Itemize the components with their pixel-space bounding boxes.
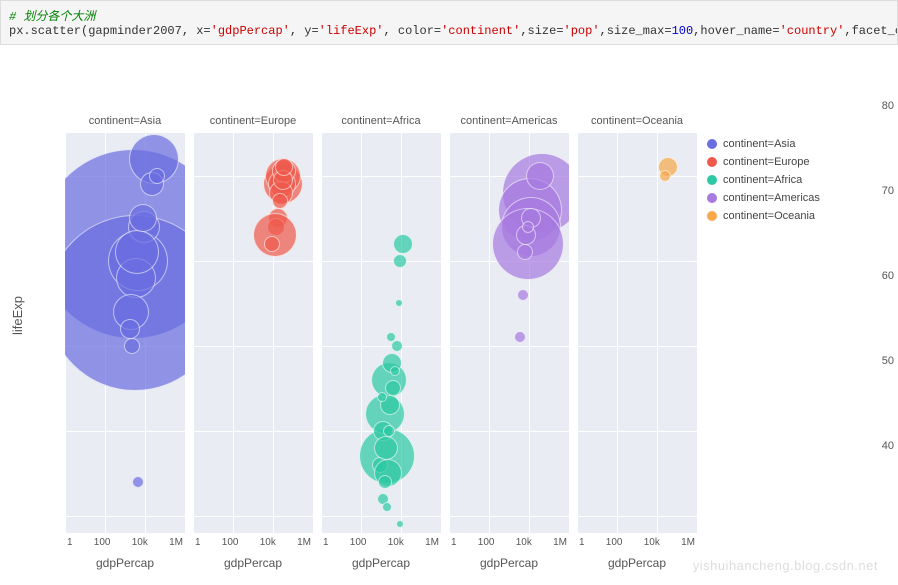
data-point[interactable] bbox=[390, 366, 400, 376]
legend-swatch-icon bbox=[707, 175, 717, 185]
data-point[interactable] bbox=[659, 170, 671, 182]
y-tick: 50 bbox=[882, 355, 894, 367]
legend-item[interactable]: continent=Europe bbox=[707, 153, 820, 171]
y-tick: 40 bbox=[882, 440, 894, 452]
data-point[interactable] bbox=[395, 299, 403, 307]
x-axis-title: gdpPercap bbox=[577, 552, 697, 570]
facet: continent=Oceania 110010k1MgdpPercap bbox=[577, 115, 697, 570]
legend-swatch-icon bbox=[707, 193, 717, 203]
y-tick: 80 bbox=[882, 100, 894, 112]
data-point[interactable] bbox=[149, 168, 165, 184]
data-point[interactable] bbox=[115, 230, 159, 274]
data-point[interactable] bbox=[514, 331, 526, 343]
plot-panel[interactable] bbox=[321, 133, 441, 533]
x-axis-ticks: 110010k1M bbox=[321, 533, 441, 552]
code-line: px.scatter(gapminder2007, x='gdpPercap',… bbox=[9, 24, 889, 38]
y-tick: 70 bbox=[882, 185, 894, 197]
legend-label: continent=Oceania bbox=[723, 210, 815, 222]
legend-item[interactable]: continent=Asia bbox=[707, 135, 820, 153]
legend-label: continent=Africa bbox=[723, 174, 802, 186]
legend-swatch-icon bbox=[707, 211, 717, 221]
facet: continent=Africa 110010k1MgdpPercap bbox=[321, 115, 441, 570]
x-axis-ticks: 110010k1M bbox=[449, 533, 569, 552]
data-point[interactable] bbox=[378, 475, 392, 489]
code-block: # 划分各个大洲 px.scatter(gapminder2007, x='gd… bbox=[0, 0, 898, 45]
facet-title: continent=Africa bbox=[321, 115, 441, 133]
data-point[interactable] bbox=[526, 162, 554, 190]
x-axis-title: gdpPercap bbox=[65, 552, 185, 570]
legend-swatch-icon bbox=[707, 139, 717, 149]
x-axis-title: gdpPercap bbox=[449, 552, 569, 570]
legend-item[interactable]: continent=Africa bbox=[707, 171, 820, 189]
plot-panel[interactable] bbox=[577, 133, 697, 533]
plot-panel[interactable] bbox=[193, 133, 313, 533]
legend-item[interactable]: continent=Oceania bbox=[707, 207, 820, 225]
data-point[interactable] bbox=[120, 319, 140, 339]
data-point[interactable] bbox=[124, 338, 140, 354]
x-axis-ticks: 110010k1M bbox=[65, 533, 185, 552]
legend-swatch-icon bbox=[707, 157, 717, 167]
data-point[interactable] bbox=[382, 502, 392, 512]
legend-label: continent=Asia bbox=[723, 138, 795, 150]
data-point[interactable] bbox=[396, 520, 404, 528]
data-point[interactable] bbox=[132, 476, 144, 488]
data-point[interactable] bbox=[386, 332, 396, 342]
y-tick: 60 bbox=[882, 270, 894, 282]
facet: continent=Americas 110010k1MgdpPercap bbox=[449, 115, 569, 570]
legend-label: continent=Europe bbox=[723, 156, 810, 168]
facet-title: continent=Oceania bbox=[577, 115, 697, 133]
facet: continent=Europe 110010k1MgdpPercap bbox=[193, 115, 313, 570]
y-axis-ticks: 4050607080 bbox=[35, 115, 65, 570]
legend[interactable]: continent=Asia continent=Europe continent=… bbox=[697, 115, 830, 570]
data-point[interactable] bbox=[264, 236, 280, 252]
facet: continent=Asia 110010k1MgdpPercap bbox=[65, 115, 185, 570]
legend-item[interactable]: continent=Americas bbox=[707, 189, 820, 207]
data-point[interactable] bbox=[383, 425, 395, 437]
data-point[interactable] bbox=[393, 234, 413, 254]
data-point[interactable] bbox=[522, 221, 534, 233]
data-point[interactable] bbox=[129, 204, 157, 232]
facet-title: continent=Americas bbox=[449, 115, 569, 133]
data-point[interactable] bbox=[517, 289, 529, 301]
data-point[interactable] bbox=[377, 392, 387, 402]
legend-label: continent=Americas bbox=[723, 192, 820, 204]
data-point[interactable] bbox=[385, 380, 401, 396]
data-point[interactable] bbox=[275, 158, 293, 176]
plot-panel[interactable] bbox=[65, 133, 185, 533]
chart-area[interactable]: lifeExp 4050607080 continent=Asia110010k… bbox=[0, 45, 898, 585]
facet-title: continent=Asia bbox=[65, 115, 185, 133]
data-point[interactable] bbox=[272, 193, 288, 209]
facet-title: continent=Europe bbox=[193, 115, 313, 133]
code-comment: # 划分各个大洲 bbox=[9, 10, 95, 24]
data-point[interactable] bbox=[393, 254, 407, 268]
y-axis-title: lifeExp bbox=[10, 296, 25, 335]
x-axis-ticks: 110010k1M bbox=[577, 533, 697, 552]
x-axis-title: gdpPercap bbox=[193, 552, 313, 570]
data-point[interactable] bbox=[517, 244, 533, 260]
x-axis-title: gdpPercap bbox=[321, 552, 441, 570]
data-point[interactable] bbox=[374, 436, 398, 460]
watermark-text: yishuihancheng.blog.csdn.net bbox=[693, 558, 878, 573]
facet-row: continent=Asia110010k1MgdpPercapcontinen… bbox=[65, 115, 697, 570]
plot-panel[interactable] bbox=[449, 133, 569, 533]
x-axis-ticks: 110010k1M bbox=[193, 533, 313, 552]
